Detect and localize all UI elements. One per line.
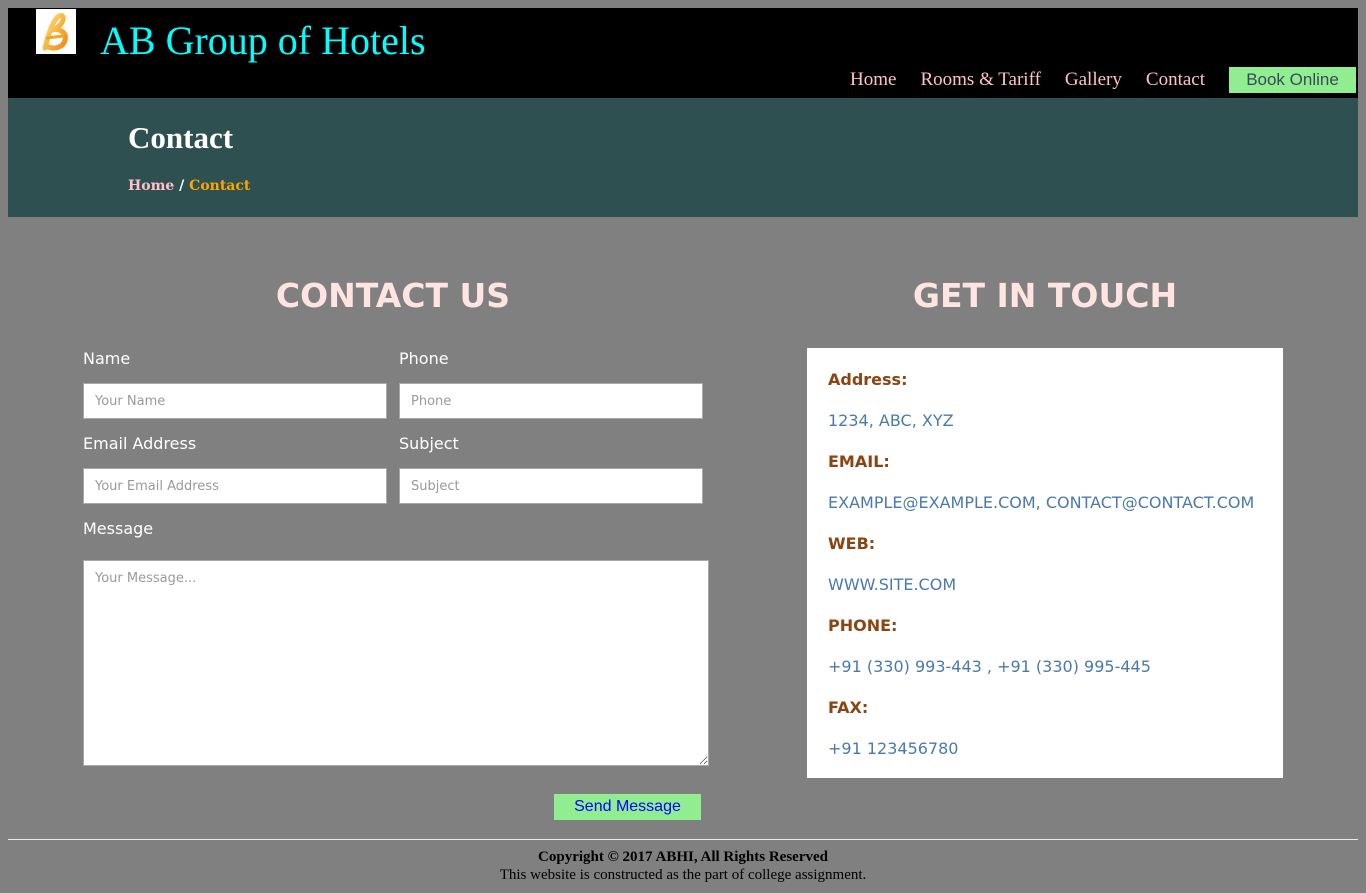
address-value: 1234, ABC, XYZ: [828, 411, 954, 430]
message-textarea[interactable]: [83, 560, 709, 766]
web-label: WEB:: [828, 534, 876, 553]
fax-value: +91 123456780: [828, 739, 959, 758]
main-nav: Home Rooms & Tariff Gallery Contact Book…: [850, 67, 1356, 93]
nav-home[interactable]: Home: [850, 67, 896, 93]
web-value[interactable]: WWW.SITE.COM: [828, 575, 956, 594]
fax-label: FAX:: [828, 698, 869, 717]
breadcrumb-home-link[interactable]: Home: [128, 178, 174, 194]
ab-logo-icon[interactable]: [36, 9, 76, 54]
book-online-button[interactable]: Book Online: [1229, 67, 1356, 93]
footer-copyright: Copyright © 2017 ABHI, All Rights Reserv…: [538, 849, 828, 865]
phone-info-label: PHONE:: [828, 616, 898, 635]
name-input[interactable]: [83, 383, 387, 419]
page-title: Contact: [128, 120, 234, 155]
email-info-label: EMAIL:: [828, 452, 890, 471]
nav-rooms-tariff[interactable]: Rooms & Tariff: [920, 67, 1040, 93]
site-title: AB Group of Hotels: [100, 18, 426, 63]
site-header: AB Group of Hotels Home Rooms & Tariff G…: [8, 8, 1358, 98]
footer-divider: [8, 839, 1358, 840]
phone-input[interactable]: [399, 383, 703, 419]
subject-label: Subject: [399, 434, 459, 453]
subject-input[interactable]: [399, 468, 703, 504]
breadcrumb-current: Contact: [189, 178, 251, 194]
page-banner: Contact Home / Contact: [8, 98, 1358, 217]
contact-info-card: Address: 1234, ABC, XYZ EMAIL: EXAMPLE@E…: [807, 348, 1283, 778]
contact-us-heading: CONTACT US: [275, 276, 511, 315]
name-label: Name: [83, 349, 131, 368]
footer-note: This website is constructed as the part …: [499, 867, 867, 883]
nav-contact[interactable]: Contact: [1146, 67, 1205, 93]
address-label: Address:: [828, 370, 908, 389]
send-message-button[interactable]: Send Message: [554, 794, 701, 820]
email-label: Email Address: [83, 434, 197, 453]
breadcrumb-separator: /: [179, 178, 185, 194]
get-in-touch-heading: GET IN TOUCH: [912, 276, 1178, 315]
nav-gallery[interactable]: Gallery: [1065, 67, 1122, 93]
email-input[interactable]: [83, 468, 387, 504]
message-label: Message: [83, 519, 154, 538]
phone-info-value: +91 (330) 993-443 , +91 (330) 995-445: [828, 657, 1151, 676]
phone-label: Phone: [399, 349, 449, 368]
breadcrumb: Home / Contact: [128, 178, 250, 194]
email-info-value[interactable]: EXAMPLE@EXAMPLE.COM, CONTACT@CONTACT.COM: [828, 493, 1254, 512]
